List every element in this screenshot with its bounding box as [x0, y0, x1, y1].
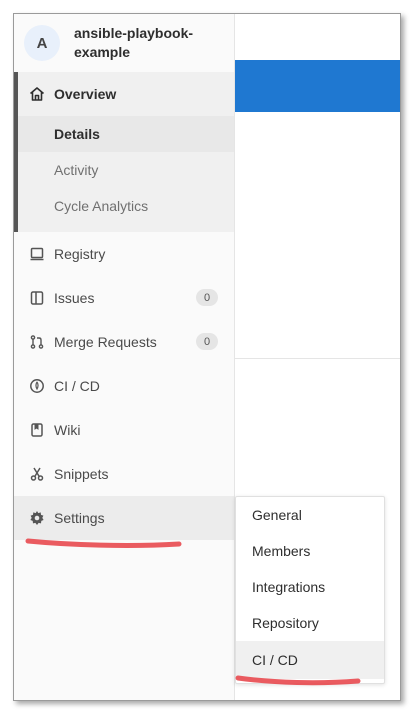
- flyout-item-integrations[interactable]: Integrations: [236, 569, 384, 605]
- content-divider: [235, 358, 400, 359]
- sidebar-item-settings[interactable]: Settings: [14, 496, 234, 540]
- sidebar-item-label: Issues: [54, 290, 95, 306]
- sidebar-subitem-label: Activity: [54, 162, 99, 178]
- sidebar-item-label: Wiki: [54, 422, 81, 438]
- sidebar-item-label: Overview: [54, 86, 117, 102]
- scissors-icon: [28, 465, 46, 483]
- flyout-item-label: Integrations: [252, 579, 326, 595]
- book-icon: [28, 421, 46, 439]
- sidebar-item-label: Settings: [54, 510, 105, 526]
- flyout-item-label: Members: [252, 543, 311, 559]
- sidebar-subitem-label: Cycle Analytics: [54, 198, 149, 214]
- sidebar-item-label: Registry: [54, 246, 106, 262]
- flyout-item-repository[interactable]: Repository: [236, 605, 384, 641]
- sidebar-item-label: Merge Requests: [54, 334, 157, 350]
- sidebar-subitem-cycle-analytics[interactable]: Cycle Analytics: [18, 188, 234, 224]
- project-name[interactable]: ansible-playbook-example: [74, 24, 224, 62]
- sidebar-item-issues[interactable]: Issues 0: [14, 276, 234, 320]
- home-icon: [28, 85, 46, 103]
- sidebar-item-label: CI / CD: [54, 378, 100, 394]
- merge-request-icon: [28, 333, 46, 351]
- flyout-item-label: General: [252, 507, 302, 523]
- merge-requests-count-badge: 0: [196, 333, 218, 350]
- issues-icon: [28, 289, 46, 307]
- sidebar-subitem-activity[interactable]: Activity: [18, 152, 234, 188]
- sidebar-item-overview[interactable]: Overview: [18, 72, 234, 116]
- flyout-item-label: CI / CD: [252, 652, 298, 668]
- sidebar-item-snippets[interactable]: Snippets: [14, 452, 234, 496]
- flyout-item-members[interactable]: Members: [236, 533, 384, 569]
- sidebar-item-label: Snippets: [54, 466, 109, 482]
- issues-count-badge: 0: [196, 289, 218, 306]
- container-registry-icon: [28, 245, 46, 263]
- rocket-icon: [28, 377, 46, 395]
- flyout-item-label: Repository: [252, 615, 319, 631]
- settings-flyout-menu: General Members Integrations Repository …: [235, 496, 385, 684]
- sidebar-item-registry[interactable]: Registry: [14, 232, 234, 276]
- flyout-item-general[interactable]: General: [236, 497, 384, 533]
- screenshot-frame: A ansible-playbook-example Overview Deta…: [13, 13, 401, 701]
- project-header[interactable]: A ansible-playbook-example: [14, 14, 234, 72]
- sidebar-subitem-label: Details: [54, 126, 100, 142]
- project-sidebar: A ansible-playbook-example Overview Deta…: [14, 14, 235, 700]
- flyout-item-ci-cd[interactable]: CI / CD: [236, 641, 384, 679]
- sidebar-subitem-details[interactable]: Details: [18, 116, 234, 152]
- project-avatar: A: [24, 25, 60, 61]
- sidebar-item-ci-cd[interactable]: CI / CD: [14, 364, 234, 408]
- gear-icon: [28, 509, 46, 527]
- overview-section: Overview Details Activity Cycle Analytic…: [14, 72, 234, 232]
- header-banner: [235, 60, 400, 112]
- sidebar-item-merge-requests[interactable]: Merge Requests 0: [14, 320, 234, 364]
- sidebar-item-wiki[interactable]: Wiki: [14, 408, 234, 452]
